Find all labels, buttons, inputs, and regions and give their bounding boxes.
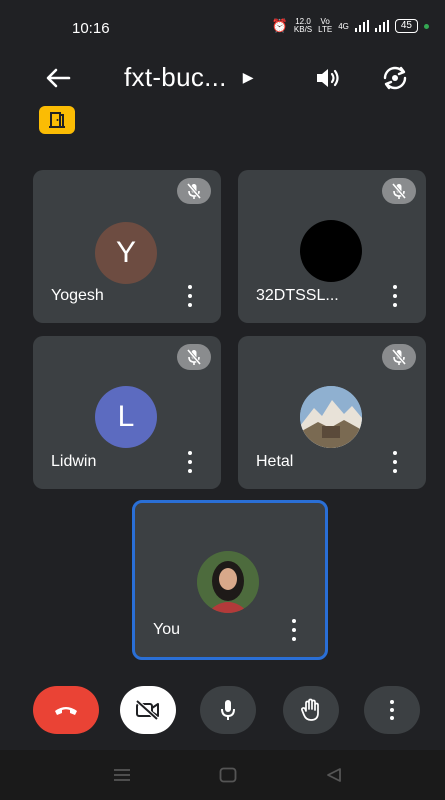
video-off-icon [135,699,159,721]
avatar [300,386,362,448]
self-name: You [153,621,180,638]
volume-icon [317,69,339,87]
privacy-dot-icon [424,23,429,29]
volte-indicator: Vo LTE [318,17,333,34]
menu-icon [114,769,130,781]
more-options-button[interactable] [364,686,420,734]
mic-icon [221,700,235,720]
system-nav-bar [0,750,445,800]
participant-tile[interactable]: Hetal [238,336,426,489]
more-vertical-icon [390,700,394,720]
participant-name: Lidwin [51,453,97,470]
phone-hangup-icon [55,707,77,715]
alarm-icon: ⏰ [271,18,288,33]
home-button[interactable] [216,764,240,786]
signal-icon-2 [374,20,389,32]
meeting-title-button[interactable]: fxt-buc... ▶ [124,62,253,93]
call-top-bar: fxt-buc... ▶ [0,52,445,102]
participant-tile[interactable]: Y Yogesh [33,170,221,323]
raise-hand-icon [301,698,319,721]
home-square-icon [219,767,237,783]
participant-name: 32DTSSL... [256,287,339,304]
recents-button[interactable] [110,764,134,786]
end-call-button[interactable] [33,686,99,734]
call-controls [0,686,445,742]
caret-right-icon: ▶ [242,69,254,85]
battery-indicator: 45 [394,19,418,33]
switch-camera-icon [383,66,407,90]
mic-off-icon [382,178,416,204]
triangle-back-icon [327,768,341,782]
system-back-button[interactable] [322,764,346,786]
avatar [300,220,362,282]
signal-icon [354,20,369,32]
meeting-title: fxt-buc... [124,62,227,92]
mic-off-icon [177,178,211,204]
camera-toggle-button[interactable] [120,686,176,734]
self-menu-button[interactable] [287,617,301,643]
door-icon [49,112,65,128]
status-time: 10:16 [72,20,110,37]
avatar [197,551,259,613]
back-button[interactable] [40,60,76,96]
network-type: 4G [338,21,349,31]
mic-off-icon [382,344,416,370]
arrow-left-icon [46,68,71,88]
status-bar: 10:16 ⏰ 12.0 KB/S Vo LTE 4G 45 [0,0,445,52]
mic-off-icon [177,344,211,370]
avatar: Y [95,222,157,284]
self-tile[interactable]: You [132,500,328,660]
raise-hand-button[interactable] [283,686,339,734]
participant-menu-button[interactable] [183,449,197,475]
participant-name: Yogesh [51,287,104,304]
participant-tile[interactable]: 32DTSSL... [238,170,426,323]
participant-tile[interactable]: L Lidwin [33,336,221,489]
participant-menu-button[interactable] [388,449,402,475]
meet-call-screen: 10:16 ⏰ 12.0 KB/S Vo LTE 4G 45 fxt-buc..… [0,0,445,800]
participant-menu-button[interactable] [388,283,402,309]
avatar: L [95,386,157,448]
mountain-photo-icon [300,386,362,448]
switch-camera-button[interactable] [377,60,413,96]
participant-name: Hetal [256,453,294,470]
microphone-button[interactable] [200,686,256,734]
participant-menu-button[interactable] [183,283,197,309]
status-icons: ⏰ 12.0 KB/S Vo LTE 4G 45 [272,18,429,34]
breakout-room-button[interactable] [39,106,75,134]
network-speed: 12.0 KB/S [293,17,313,34]
speaker-button[interactable] [310,60,346,96]
self-photo-icon [197,551,259,613]
